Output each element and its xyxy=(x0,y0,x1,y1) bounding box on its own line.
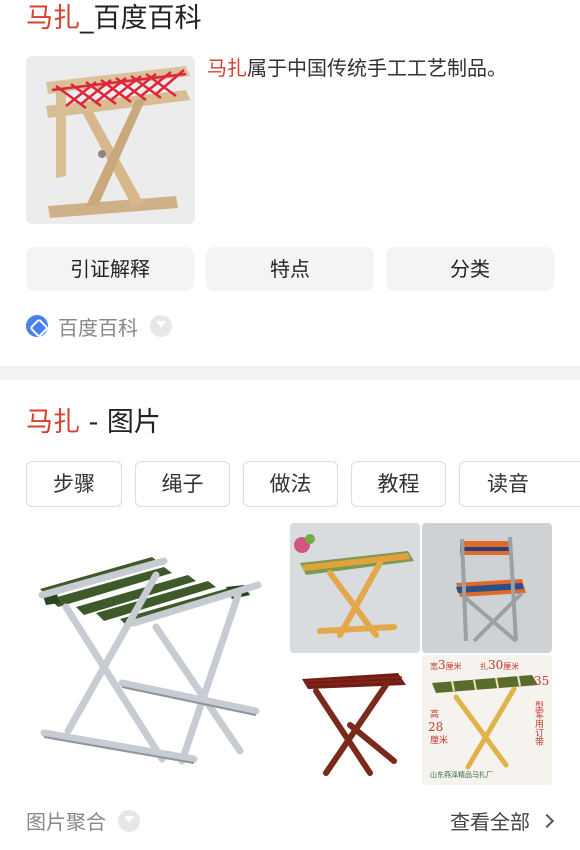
annot-shop: 山东燕泽精品马扎厂 xyxy=(430,770,493,779)
source-label: 百度百科 xyxy=(58,315,138,340)
image-main-stool[interactable] xyxy=(26,523,288,785)
tag-tutorial[interactable]: 教程 xyxy=(351,461,446,507)
annot-height-num: 28 xyxy=(428,720,443,734)
features-button[interactable]: 特点 xyxy=(206,247,374,291)
annot-model: 型军用订带 xyxy=(533,701,544,747)
baike-thumbnail[interactable] xyxy=(26,56,195,224)
tag-steps[interactable]: 步骤 xyxy=(26,461,122,507)
baike-title-suffix: _百度百科 xyxy=(80,3,202,34)
annot-35: 35 xyxy=(534,674,549,688)
chevron-down-icon[interactable] xyxy=(118,809,140,832)
annotated-stool-image: 宽3厘米 扎30厘米 高 28 厘米 35 型军用订带 山东燕泽精品马扎厂 xyxy=(422,655,552,785)
tag-rope[interactable]: 绳子 xyxy=(135,461,230,507)
baike-title-keyword: 马扎 xyxy=(26,3,80,34)
brown-stool-image xyxy=(290,655,420,785)
image-annotated-stool[interactable]: 宽3厘米 扎30厘米 高 28 厘米 35 型军用订带 山东燕泽精品马扎厂 xyxy=(422,655,552,785)
images-title-keyword: 马扎 xyxy=(26,407,80,438)
section-divider xyxy=(0,366,580,380)
baike-logo-icon xyxy=(26,315,48,337)
category-button[interactable]: 分类 xyxy=(386,247,554,291)
image-aggregate[interactable]: 图片聚合 xyxy=(26,806,140,835)
baike-card: 马扎_百度百科 马扎属于中国传统手工工艺制品。 引证解释 特点 分类 百度百科 xyxy=(0,0,580,366)
tag-pronunciation[interactable]: 读音 xyxy=(459,461,580,507)
cited-explanation-button[interactable]: 引证解释 xyxy=(26,247,194,291)
image-brown-stool[interactable] xyxy=(290,655,420,785)
striped-chair-image xyxy=(422,523,552,653)
baike-description[interactable]: 马扎属于中国传统手工工艺制品。 xyxy=(207,54,507,82)
aggregate-label: 图片聚合 xyxy=(26,810,106,834)
mazha-stool-image xyxy=(26,56,195,224)
green-stool-image xyxy=(26,523,288,785)
source-row[interactable]: 百度百科 xyxy=(26,312,172,340)
woven-stool-image xyxy=(290,523,420,653)
annot-height-unit: 厘米 xyxy=(430,734,448,746)
desc-text: 属于中国传统手工工艺制品。 xyxy=(247,56,507,80)
annot-height: 高 xyxy=(430,708,439,720)
baike-title[interactable]: 马扎_百度百科 xyxy=(26,2,202,36)
chevron-down-icon[interactable] xyxy=(150,315,172,337)
images-title[interactable]: 马扎 - 图片 xyxy=(26,406,161,440)
image-striped-chair[interactable] xyxy=(422,523,552,653)
desc-keyword: 马扎 xyxy=(207,56,247,80)
images-title-suffix: - 图片 xyxy=(80,407,161,438)
image-woven-stool[interactable] xyxy=(290,523,420,653)
view-all-label: 查看全部 xyxy=(450,810,530,834)
view-all-link[interactable]: 查看全部 xyxy=(450,806,555,835)
tag-method[interactable]: 做法 xyxy=(243,461,338,507)
chevron-right-icon xyxy=(539,813,555,828)
